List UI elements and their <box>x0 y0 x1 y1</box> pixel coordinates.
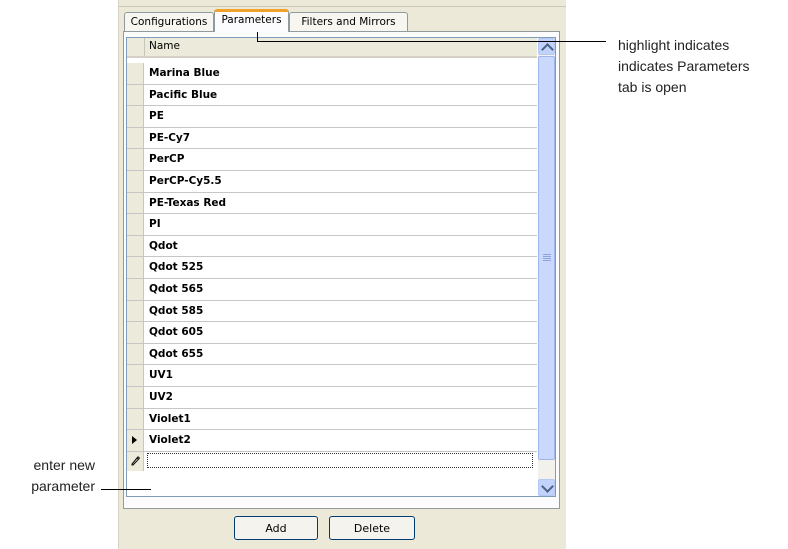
enter-callout-leader <box>101 489 151 490</box>
row-selector[interactable] <box>127 257 144 278</box>
table-row[interactable]: PE-Texas Red <box>127 192 537 215</box>
table-row[interactable]: UV1 <box>127 365 537 387</box>
thumb-grip <box>543 258 551 259</box>
row-selector[interactable] <box>127 192 144 214</box>
tab-highlight-callout: highlight indicates indicates Parameters… <box>618 35 750 98</box>
parameter-name-cell[interactable]: PerCP <box>149 153 184 165</box>
parameter-name-cell[interactable]: Qdot 605 <box>149 326 203 338</box>
table-row[interactable]: Violet1 <box>127 408 537 431</box>
table-row[interactable]: UV2 <box>127 386 537 409</box>
parameter-name-cell[interactable]: Qdot <box>149 240 178 252</box>
table-row[interactable]: Qdot 565 <box>127 278 537 301</box>
parameter-name-cell[interactable]: PerCP-Cy5.5 <box>149 175 222 187</box>
new-parameter-row[interactable] <box>127 451 537 471</box>
row-selector[interactable] <box>127 106 144 127</box>
parameters-panel: Configurations Parameters Filters and Mi… <box>118 0 566 549</box>
callout-line: tab is open <box>618 79 687 95</box>
parameter-name-cell[interactable]: Qdot 585 <box>149 305 203 317</box>
parameter-name-cell[interactable]: Qdot 525 <box>149 261 203 273</box>
parameter-name-cell[interactable]: Qdot 655 <box>149 348 203 360</box>
thumb-grip <box>543 254 551 255</box>
header-row-selector <box>127 38 145 56</box>
grid-rows: Marina Blue Pacific Blue PE PE-Cy7 PerCP… <box>127 63 537 471</box>
tab-callout-leader-horizontal <box>257 41 606 42</box>
table-row[interactable]: Qdot 605 <box>127 322 537 344</box>
table-row[interactable]: Pacific Blue <box>127 84 537 107</box>
scrollbar-thumb[interactable] <box>538 56 555 460</box>
row-selector[interactable] <box>127 343 144 365</box>
row-selector[interactable] <box>127 386 144 408</box>
tab-configurations[interactable]: Configurations <box>124 12 214 31</box>
vertical-scrollbar[interactable] <box>538 38 555 496</box>
row-selector[interactable] <box>127 127 144 149</box>
table-row[interactable]: PI <box>127 214 537 236</box>
table-row[interactable]: PE-Cy7 <box>127 127 537 150</box>
row-selector[interactable] <box>127 300 144 322</box>
parameter-name-cell[interactable]: Pacific Blue <box>149 89 217 101</box>
row-selector[interactable] <box>127 278 144 300</box>
callout-line: enter new <box>33 457 95 473</box>
add-button[interactable]: Add <box>234 516 318 540</box>
enter-new-parameter-callout: enter new parameter <box>10 455 95 497</box>
table-row[interactable]: Qdot <box>127 235 537 258</box>
callout-line: highlight indicates <box>618 37 730 53</box>
row-selector[interactable] <box>127 170 144 192</box>
parameter-name-cell[interactable]: UV1 <box>149 369 173 381</box>
row-selector[interactable] <box>127 451 144 471</box>
thumb-grip <box>543 256 551 257</box>
table-row[interactable]: PerCP-Cy5.5 <box>127 170 537 193</box>
row-selector[interactable] <box>127 322 144 343</box>
row-selector[interactable] <box>127 149 144 170</box>
row-selector[interactable] <box>127 408 144 430</box>
row-selector[interactable] <box>127 84 144 106</box>
parameter-name-cell[interactable]: Violet2 <box>149 434 191 446</box>
row-selector[interactable] <box>127 214 144 235</box>
table-row-current[interactable]: Violet2 <box>127 430 537 452</box>
callout-line: parameter <box>31 478 95 494</box>
parameter-name-cell[interactable]: PE-Cy7 <box>149 132 190 144</box>
table-row[interactable]: Qdot 585 <box>127 300 537 323</box>
column-header-name[interactable]: Name <box>149 40 180 52</box>
row-selector[interactable] <box>127 63 144 84</box>
tab-parameters[interactable]: Parameters <box>214 9 289 32</box>
table-row[interactable]: Qdot 525 <box>127 257 537 279</box>
parameter-name-cell[interactable]: Violet1 <box>149 413 191 425</box>
parameter-name-cell[interactable]: Qdot 565 <box>149 283 203 295</box>
parameter-name-cell[interactable]: PE <box>149 110 164 122</box>
parameter-name-cell[interactable]: PI <box>149 218 161 230</box>
row-selector[interactable] <box>127 235 144 257</box>
table-row[interactable]: PerCP <box>127 149 537 171</box>
tab-content: Name Marina Blue Pacific Blue PE PE-Cy7 … <box>123 31 560 509</box>
table-row[interactable]: PE <box>127 106 537 128</box>
parameter-name-cell[interactable]: Marina Blue <box>149 67 220 79</box>
current-row-arrow-icon <box>132 436 137 445</box>
row-selector[interactable] <box>127 430 144 451</box>
chevron-down-icon <box>541 480 554 493</box>
row-selector[interactable] <box>127 365 144 386</box>
table-row[interactable]: Qdot 655 <box>127 343 537 366</box>
pencil-icon <box>131 455 140 466</box>
delete-button[interactable]: Delete <box>329 516 415 540</box>
panel-top-edge <box>119 0 566 7</box>
parameter-name-cell[interactable]: UV2 <box>149 391 173 403</box>
parameters-grid: Name Marina Blue Pacific Blue PE PE-Cy7 … <box>126 37 556 497</box>
scroll-down-button[interactable] <box>538 479 555 496</box>
chevron-up-icon <box>541 43 554 56</box>
new-parameter-input[interactable] <box>147 452 533 468</box>
thumb-grip <box>543 260 551 261</box>
table-row[interactable]: Marina Blue <box>127 63 537 85</box>
parameter-name-cell[interactable]: PE-Texas Red <box>149 197 226 209</box>
tab-filters-and-mirrors[interactable]: Filters and Mirrors <box>289 12 408 31</box>
callout-line: indicates Parameters <box>618 58 750 74</box>
